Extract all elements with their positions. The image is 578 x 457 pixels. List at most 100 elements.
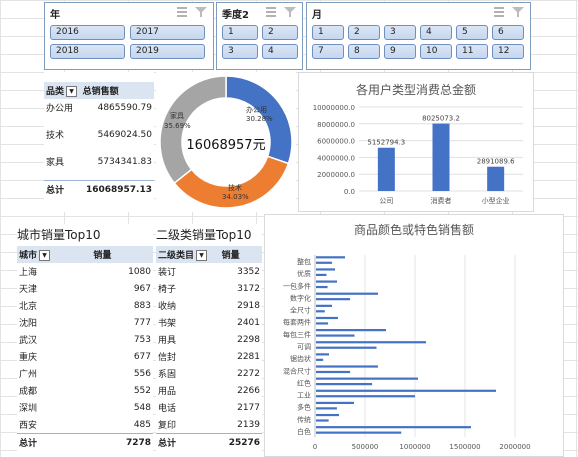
row-label: 广州 — [19, 370, 38, 380]
row-label: 上海 — [19, 268, 38, 278]
slice-label-pct: 30.28% — [246, 115, 273, 123]
row-value: 552 — [133, 385, 151, 396]
x-tick-label: 1500000 — [449, 443, 480, 451]
table-row: 沈阳 777 — [17, 314, 153, 331]
table-row: 天津 967 — [17, 280, 153, 297]
row-label: 收纳 — [158, 302, 177, 312]
bar — [316, 298, 351, 301]
table-row: 成都 552 — [17, 382, 153, 399]
year-chip[interactable]: 2018 — [50, 44, 125, 59]
city-top10: 城市销量Top10 城市 ▼ 销量 上海 1080 天津 967 北京 883 沈阳 77… — [17, 224, 153, 457]
row-value: 777 — [133, 317, 151, 328]
quarter-chip[interactable]: 2 — [262, 25, 298, 40]
color-feature-chart: 商品颜色或特色销售额 0 500000 1000000 1500000 2000000 整… — [264, 214, 564, 457]
filter-dropdown-icon[interactable]: ▼ — [39, 250, 51, 261]
year-chip[interactable]: 2017 — [130, 25, 205, 40]
slicer-header-icons — [266, 7, 296, 17]
y-category-label: 全尺寸 — [290, 306, 311, 315]
row-value: 2272 — [237, 368, 260, 379]
slice-label-pct: 34.03% — [222, 193, 249, 201]
subcat-header-cell[interactable]: 二级类目 ▼ — [156, 246, 220, 263]
row-label: 电话 — [158, 404, 177, 414]
row-label: 椅子 — [158, 285, 177, 295]
filter-dropdown-icon[interactable]: ▼ — [196, 250, 208, 261]
row-label: 深圳 — [19, 404, 38, 414]
y-tick-label: 2000000.0 — [317, 171, 355, 179]
total-row: 总计 25276 — [156, 433, 262, 451]
volume-header: 销量 — [91, 246, 153, 263]
month-chip[interactable]: 8 — [348, 44, 380, 59]
x-tick-label: 1000000 — [399, 443, 430, 451]
slice-label-pct: 35.69% — [164, 122, 191, 130]
bar — [316, 346, 377, 349]
bar — [316, 280, 337, 283]
bar — [316, 329, 386, 332]
subcategory-top10: 二级类销量Top10 二级类目 ▼ 销量 装订 3352 椅子 3172 收纳 2918… — [156, 224, 262, 457]
table-row: 装订 3352 — [156, 263, 262, 280]
bar — [316, 407, 337, 410]
year-chip[interactable]: 2019 — [130, 44, 205, 59]
month-slicer: 月 1 2 3 4 5 6 7 8 9 10 11 12 — [306, 2, 531, 70]
bar — [316, 353, 329, 356]
row-label: 装订 — [158, 268, 177, 278]
table-row: 北京 883 — [17, 297, 153, 314]
table-row: 西安 485 — [17, 416, 153, 434]
row-label: 技术 — [46, 131, 65, 141]
row-label: 武汉 — [19, 336, 38, 346]
row-value: 2281 — [237, 351, 260, 362]
quarter-chip[interactable]: 1 — [222, 25, 258, 40]
month-chip[interactable]: 6 — [492, 25, 524, 40]
row-label: 系固 — [158, 370, 177, 380]
quarter-chip[interactable]: 3 — [222, 44, 258, 59]
month-chip[interactable]: 7 — [312, 44, 344, 59]
row-value: 967 — [133, 283, 151, 294]
bar-value-label: 8025073.2 — [422, 115, 460, 123]
slice-label-name: 办公用 — [246, 105, 267, 114]
multi-select-icon — [177, 7, 187, 17]
month-chip[interactable]: 4 — [420, 25, 452, 40]
month-chip[interactable]: 12 — [492, 44, 524, 59]
month-chip[interactable]: 3 — [384, 25, 416, 40]
bar — [316, 268, 335, 271]
month-chip[interactable]: 1 — [312, 25, 344, 40]
row-value: 2266 — [237, 385, 260, 396]
bar-value-label: 2891089.6 — [477, 158, 515, 166]
donut-svg: 16068957元 办公用 30.28% 技术 34.03% 家具 35.69% — [159, 75, 293, 209]
row-value: 2139 — [237, 419, 260, 430]
clear-filter-icon — [284, 7, 296, 17]
bar — [316, 292, 378, 295]
bar — [316, 377, 418, 380]
row-value: 485 — [133, 419, 151, 430]
bar — [316, 413, 339, 417]
bar — [316, 256, 345, 259]
year-chip[interactable]: 2016 — [50, 25, 125, 40]
y-category-label: 多色 — [297, 403, 311, 412]
x-category-label: 消费者 — [431, 196, 452, 205]
quarter-chip[interactable]: 4 — [262, 44, 298, 59]
user-chart-svg: 10000000.0 8000000.0 6000000.0 4000000.0 200… — [313, 104, 523, 205]
city-header-cell[interactable]: 城市 ▼ — [17, 246, 92, 263]
y-category-label: 工业 — [297, 391, 311, 400]
table-row: 用具 2298 — [156, 331, 262, 348]
month-chip[interactable]: 10 — [420, 44, 452, 59]
table-row: 办公用 4865590.79 — [44, 99, 154, 116]
table-row: 复印 2139 — [156, 416, 262, 434]
bar — [316, 370, 351, 374]
month-chip[interactable]: 5 — [456, 25, 488, 40]
filter-dropdown-icon[interactable]: ▼ — [66, 86, 78, 97]
row-label: 成都 — [19, 387, 38, 397]
month-chip[interactable]: 2 — [348, 25, 380, 40]
y-category-label: 白色 — [297, 427, 311, 436]
bar — [316, 431, 402, 434]
y-tick-label: 10000000.0 — [313, 104, 355, 112]
category-header-cell[interactable]: 品类 ▼ — [44, 82, 81, 99]
row-value: 2401 — [237, 317, 260, 328]
y-tick-label: 8000000.0 — [317, 121, 355, 129]
month-chip[interactable]: 9 — [384, 44, 416, 59]
bar — [316, 310, 325, 313]
row-label: 用具 — [158, 336, 177, 346]
bar — [432, 123, 450, 191]
row-value: 1080 — [128, 266, 151, 277]
month-chip[interactable]: 11 — [456, 44, 488, 59]
table-row: 家具 5734341.83 — [44, 153, 154, 170]
